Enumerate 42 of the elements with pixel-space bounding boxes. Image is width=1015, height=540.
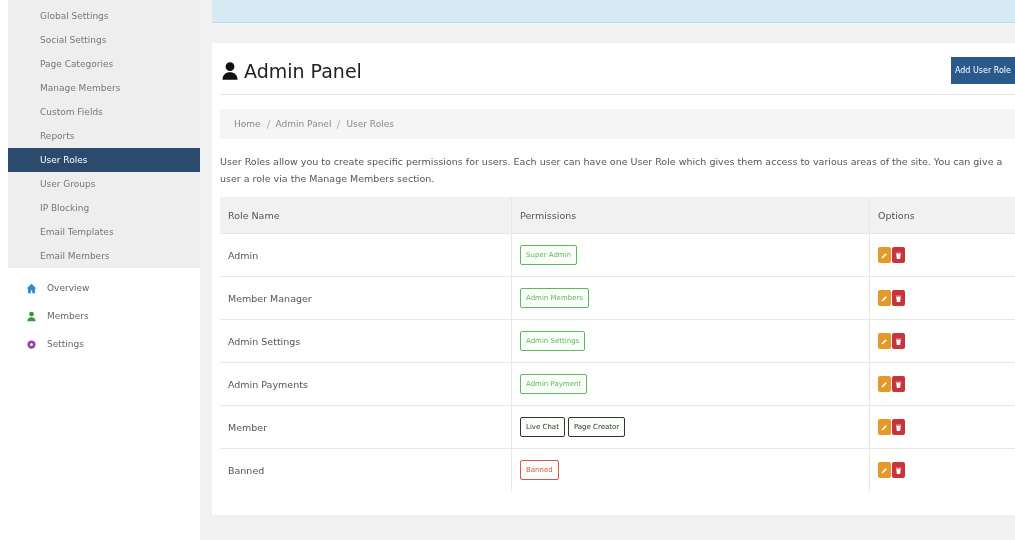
- sidebar-item[interactable]: IP Blocking: [8, 196, 200, 220]
- description-text: User Roles allow you to create specific permissions for users. Each user can have one User Role which gives them access to various areas of the site. You can give a user a role via the Manage Members section.: [220, 155, 1004, 186]
- table-cell: Admin Settings: [220, 319, 512, 363]
- person-icon: [220, 60, 240, 81]
- pencil-icon: [880, 379, 889, 389]
- sidebar-link[interactable]: Overview: [47, 283, 90, 293]
- table-cell: Member: [220, 405, 512, 449]
- breadcrumb-link[interactable]: Admin Panel: [275, 119, 332, 129]
- sidebar-link[interactable]: Settings: [47, 339, 84, 349]
- delete-button[interactable]: [892, 376, 905, 392]
- sidebar-item[interactable]: Reports: [8, 124, 200, 148]
- sidebar-item[interactable]: User Groups: [8, 172, 200, 196]
- pencil-icon: [880, 465, 889, 475]
- delete-button[interactable]: [892, 290, 905, 306]
- delete-button[interactable]: [892, 247, 905, 263]
- column-header: Options: [869, 197, 1015, 234]
- sidebar-item[interactable]: Page Categories: [8, 52, 200, 76]
- table-cell: Member Manager: [220, 276, 512, 320]
- breadcrumb-current: User Roles: [346, 119, 394, 129]
- sidebar-item[interactable]: Manage Members: [8, 76, 200, 100]
- table-cell: Admin: [220, 233, 512, 277]
- pencil-icon: [880, 422, 889, 432]
- delete-button[interactable]: [892, 419, 905, 435]
- breadcrumb-link[interactable]: Home: [234, 119, 261, 129]
- sidebar-item[interactable]: Global Settings: [8, 4, 200, 28]
- column-header: Role Name: [220, 197, 512, 234]
- sidebar-item[interactable]: Social Settings: [8, 28, 200, 52]
- sidebar-item[interactable]: Email Templates: [8, 220, 200, 244]
- pencil-icon: [880, 250, 889, 260]
- table-cell: Banned: [220, 448, 512, 491]
- delete-button[interactable]: [892, 333, 905, 349]
- sidebar-item[interactable]: Custom Fields: [8, 100, 200, 124]
- sidebar-item[interactable]: Email Members: [8, 244, 200, 268]
- delete-button[interactable]: [892, 462, 905, 478]
- add-role-button[interactable]: Add User Role: [950, 57, 1015, 84]
- sidebar-link[interactable]: Members: [47, 311, 89, 321]
- table-cell: Admin Payments: [220, 362, 512, 406]
- panel-title: Admin Panel: [244, 59, 362, 82]
- column-header: Permissions: [511, 197, 870, 234]
- sidebar-item[interactable]: User Roles: [8, 148, 200, 172]
- pencil-icon: [880, 293, 889, 303]
- pencil-icon: [880, 336, 889, 346]
